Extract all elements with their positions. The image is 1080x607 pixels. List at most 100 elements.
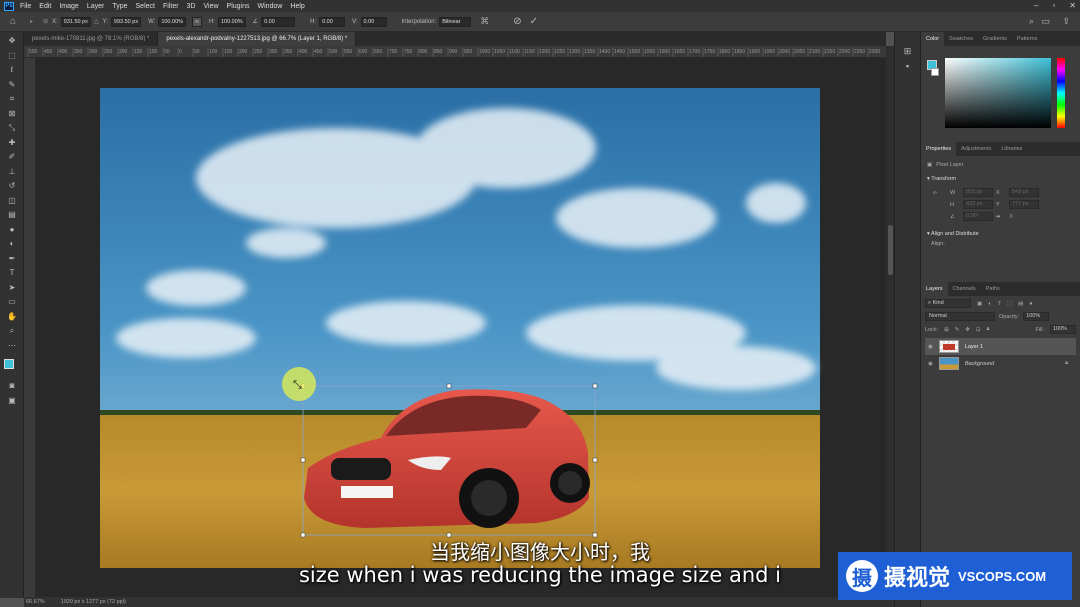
filter-type-icon[interactable]: T xyxy=(998,301,1001,307)
eyedropper-tool-icon[interactable]: ⤡ xyxy=(0,121,24,136)
move-tool-icon[interactable]: ✥ xyxy=(0,32,24,48)
chevron-down-icon[interactable]: ▾ xyxy=(927,231,930,237)
x-field[interactable]: 549 px xyxy=(1009,188,1039,197)
screen-mode-icon[interactable]: ▣ xyxy=(0,393,24,408)
vertical-scrollbar[interactable] xyxy=(886,46,894,598)
marquee-tool-icon[interactable]: ⬚ xyxy=(0,48,24,63)
angle-field[interactable]: 0.00 xyxy=(261,16,296,27)
warp-icon[interactable]: ⌘ xyxy=(480,16,489,27)
flip-horizontal-icon[interactable]: ⇹ xyxy=(996,214,1006,220)
layer-name[interactable]: Layer 1 xyxy=(965,344,983,350)
close-icon[interactable]: ✕ xyxy=(1069,1,1076,10)
tab-gradients[interactable]: Gradients xyxy=(978,32,1012,46)
menu-help[interactable]: Help xyxy=(290,3,304,10)
lock-pixels-icon[interactable]: ✎ xyxy=(955,327,960,333)
filter-adjust-icon[interactable]: ◐ xyxy=(988,301,991,307)
tab-paths[interactable]: Paths xyxy=(981,282,1005,296)
w-field[interactable]: 100.00% xyxy=(158,16,187,27)
layer-row[interactable]: ◉ Background 🔒︎ xyxy=(925,355,1076,372)
frame-tool-icon[interactable]: ⊠ xyxy=(0,106,24,121)
gradient-tool-icon[interactable]: ▤ xyxy=(0,208,24,223)
interpolation-select[interactable]: Bilinear xyxy=(439,16,472,27)
brush-tool-icon[interactable]: ✐ xyxy=(0,150,24,165)
flip-vertical-icon[interactable]: ⇳ xyxy=(1009,214,1039,220)
hskew-field[interactable]: 0.00 xyxy=(319,16,346,27)
quick-mask-icon[interactable]: ◙ xyxy=(0,379,24,394)
blur-tool-icon[interactable]: ● xyxy=(0,222,24,237)
tab-libraries[interactable]: Libraries xyxy=(996,142,1027,156)
history-panel-icon[interactable]: ⊞ xyxy=(895,46,920,57)
color-field[interactable] xyxy=(945,58,1051,128)
height-field[interactable]: 433 px xyxy=(963,200,993,209)
h-field[interactable]: 100.00% xyxy=(217,16,246,27)
filter-shape-icon[interactable]: ⬚ xyxy=(1007,301,1012,307)
scrollbar-thumb[interactable] xyxy=(888,225,893,275)
hand-tool-icon[interactable]: ✋ xyxy=(0,309,24,324)
canvas-area[interactable]: ⤡ xyxy=(36,58,886,598)
fill-field[interactable]: 100% xyxy=(1050,325,1076,334)
crop-tool-icon[interactable]: ⌗ xyxy=(0,92,24,107)
commit-icon[interactable]: ✓ xyxy=(530,16,538,27)
menu-3d[interactable]: 3D xyxy=(187,3,196,10)
tab-adjustments[interactable]: Adjustments xyxy=(956,142,996,156)
y-field[interactable]: 993.50 px xyxy=(110,16,142,27)
comments-panel-icon[interactable]: ▪ xyxy=(895,61,920,71)
stamp-tool-icon[interactable]: ⊥ xyxy=(0,164,24,179)
delta-icon[interactable]: △ xyxy=(94,18,99,25)
tab-channels[interactable]: Channels xyxy=(948,282,981,296)
blend-mode-select[interactable]: Normal xyxy=(925,312,995,321)
layer-row[interactable]: ◉ Layer 1 xyxy=(925,338,1076,355)
x-field[interactable]: 931.50 px xyxy=(60,16,91,27)
bg-color-swatch[interactable] xyxy=(931,68,939,76)
filter-toggle-icon[interactable]: ● xyxy=(1029,301,1032,307)
zoom-level[interactable]: 66.67% xyxy=(26,599,45,605)
dodge-tool-icon[interactable]: ◐ xyxy=(0,237,24,252)
search-icon[interactable]: ⌕ xyxy=(1029,16,1034,27)
more-tools-icon[interactable]: ⋯ xyxy=(0,338,24,353)
reference-point-icon[interactable]: ⊞ xyxy=(43,18,48,25)
tab-properties[interactable]: Properties xyxy=(921,142,957,156)
document-size[interactable]: 1920 px x 1277 px (72 ppi) xyxy=(61,599,126,605)
filter-pixel-icon[interactable]: ▣ xyxy=(977,301,982,307)
move-tool-options-icon[interactable]: ▸ xyxy=(30,18,33,25)
visibility-eye-icon[interactable]: ◉ xyxy=(928,344,933,350)
pen-tool-icon[interactable]: ✒ xyxy=(0,251,24,266)
menu-plugins[interactable]: Plugins xyxy=(227,3,250,10)
menu-image[interactable]: Image xyxy=(59,3,78,10)
opacity-field[interactable]: 100% xyxy=(1023,312,1050,321)
y-field[interactable]: 777 px xyxy=(1009,200,1039,209)
lasso-tool-icon[interactable]: ℓ xyxy=(0,63,24,78)
lock-transparent-icon[interactable]: ⊞ xyxy=(944,327,949,333)
menu-file[interactable]: File xyxy=(20,3,31,10)
tab-color[interactable]: Color xyxy=(921,32,945,46)
foreground-color-icon[interactable] xyxy=(4,358,14,369)
lock-artboard-icon[interactable]: ⊡ xyxy=(976,327,981,333)
workspace-icon[interactable]: ▭ xyxy=(1041,16,1050,27)
tab-layers[interactable]: Layers xyxy=(921,282,948,296)
type-tool-icon[interactable]: T xyxy=(0,266,24,281)
tab-document-2[interactable]: pexels-alexandr-podvalny-1227513.jpg @ 6… xyxy=(158,32,357,46)
menu-filter[interactable]: Filter xyxy=(163,3,179,10)
eraser-tool-icon[interactable]: ◫ xyxy=(0,193,24,208)
filter-smart-icon[interactable]: ▤ xyxy=(1018,301,1023,307)
tab-document-1[interactable]: pexels-mike-170811.jpg @ 78.1% (RGB/8) * xyxy=(24,32,159,46)
quick-select-tool-icon[interactable]: ✎ xyxy=(0,77,24,92)
home-icon[interactable]: ⌂ xyxy=(10,16,16,27)
menu-type[interactable]: Type xyxy=(112,3,127,10)
layer-name[interactable]: Background xyxy=(965,361,994,367)
menu-edit[interactable]: Edit xyxy=(39,3,51,10)
maximize-icon[interactable]: ▫ xyxy=(1052,1,1055,10)
menu-layer[interactable]: Layer xyxy=(87,3,105,10)
width-field[interactable]: 955 px xyxy=(963,188,993,197)
angle-field[interactable]: 0.00° xyxy=(963,212,993,221)
color-swatches[interactable] xyxy=(0,355,23,379)
chevron-down-icon[interactable]: ▾ xyxy=(927,176,930,182)
menu-select[interactable]: Select xyxy=(136,3,155,10)
lock-position-icon[interactable]: ✥ xyxy=(965,327,970,333)
visibility-eye-icon[interactable]: ◉ xyxy=(928,361,933,367)
lock-all-icon[interactable]: 🔒︎ xyxy=(987,326,990,333)
share-icon[interactable]: ⇪ xyxy=(1062,16,1070,27)
link-icon[interactable]: ∞ xyxy=(192,16,202,27)
vskew-field[interactable]: 0.00 xyxy=(360,16,387,27)
kind-filter[interactable]: ⌕ Kind xyxy=(925,299,971,308)
